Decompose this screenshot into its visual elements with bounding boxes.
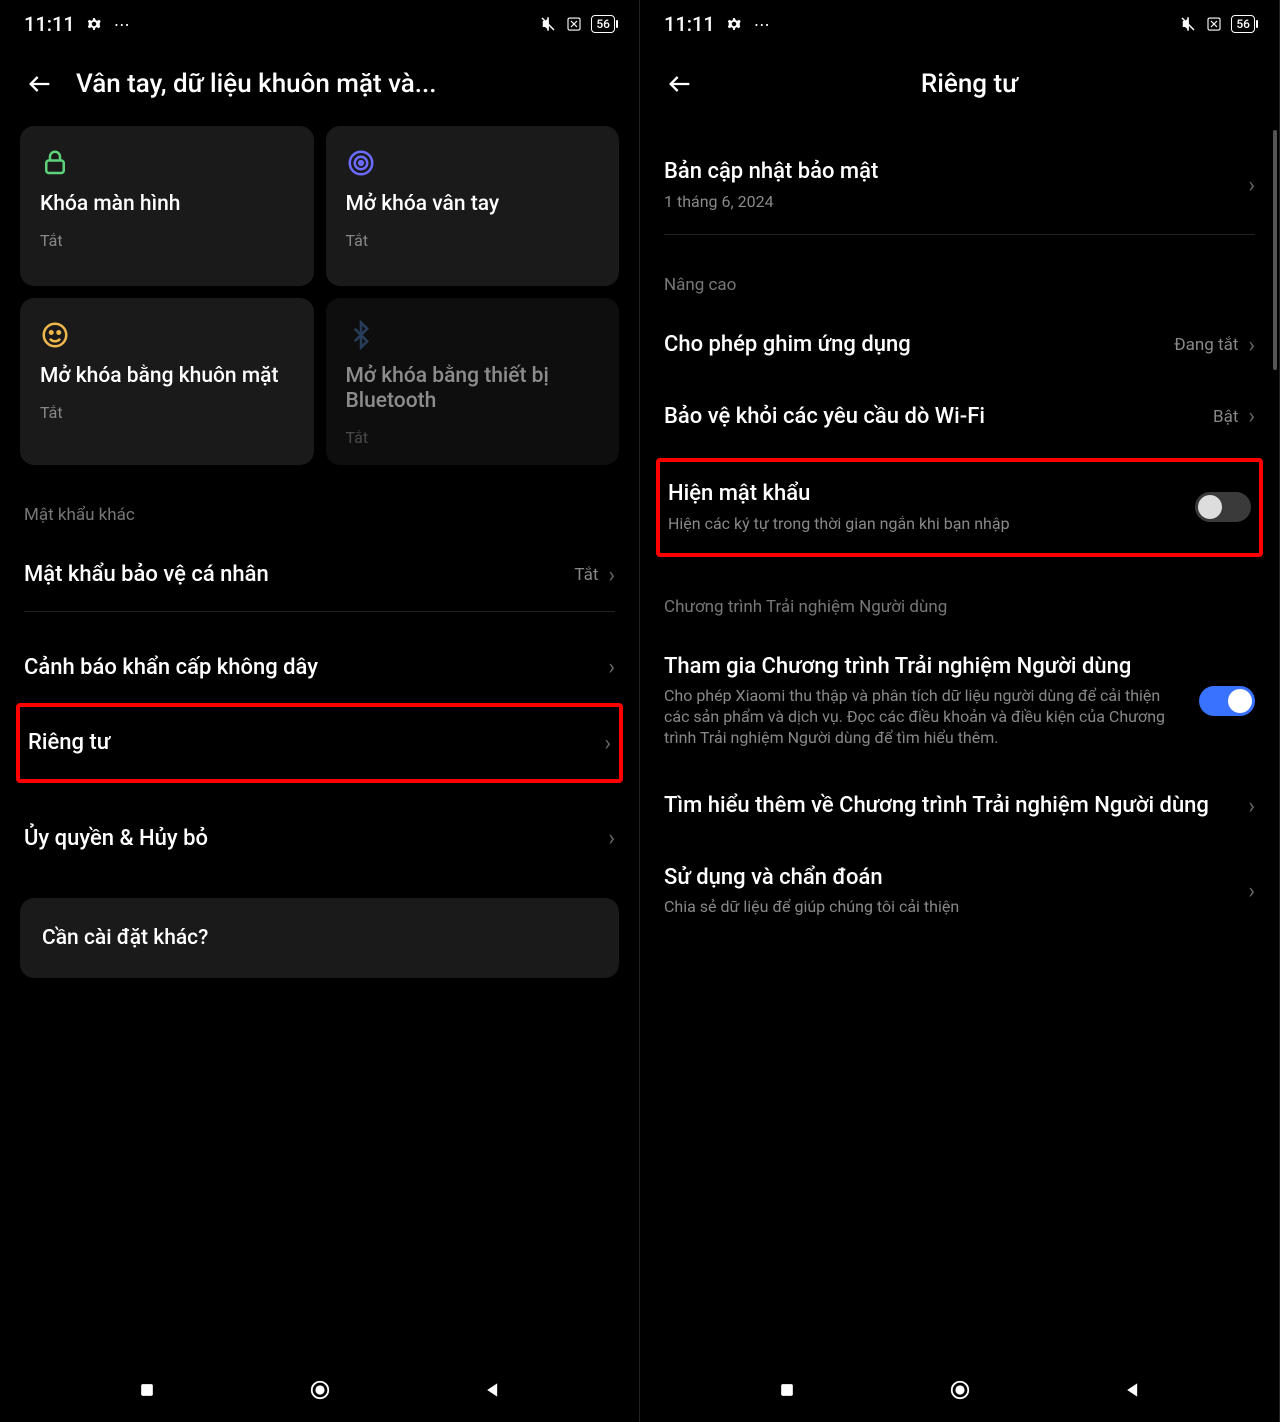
scroll-indicator[interactable]: [1273, 130, 1277, 370]
card-title: Mở khóa bằng khuôn mặt: [40, 364, 294, 389]
navigation-bar: [640, 1358, 1279, 1422]
card-title: Mở khóa vân tay: [346, 192, 600, 217]
content-area: Bản cập nhật bảo mật 1 tháng 6, 2024 › N…: [640, 116, 1279, 1358]
chevron-right-icon: ›: [1248, 173, 1255, 198]
row-subtitle: Hiện các ký tự trong thời gian ngắn khi …: [668, 514, 1183, 535]
card-screen-lock[interactable]: Khóa màn hình Tắt: [20, 126, 314, 286]
row-title: Cảnh báo khẩn cấp không dây: [24, 654, 596, 682]
row-title: Riêng tư: [28, 729, 592, 757]
row-subtitle: 1 tháng 6, 2024: [664, 192, 1236, 213]
highlight-show-password: Hiện mật khẩu Hiện các ký tự trong thời …: [656, 458, 1263, 556]
gear-icon: [725, 15, 743, 33]
chevron-right-icon: ›: [1248, 333, 1255, 358]
phone-right: 11:11 ⋯ 56 Riêng tư Bản cập nhật bảo mật: [640, 0, 1280, 1422]
card-status: Tắt: [346, 231, 600, 250]
row-value: Đang tắt: [1174, 335, 1238, 355]
toggle-show-password[interactable]: [1195, 492, 1251, 522]
row-title: Tham gia Chương trình Trải nghiệm Người …: [664, 653, 1187, 681]
row-value: Bật: [1213, 407, 1238, 427]
row-show-password[interactable]: Hiện mật khẩu Hiện các ký tự trong thời …: [668, 466, 1251, 548]
row-privacy[interactable]: Riêng tư ›: [28, 711, 611, 775]
toggle-join-uep[interactable]: [1199, 686, 1255, 716]
footer-more-settings[interactable]: Cần cài đặt khác?: [20, 898, 619, 978]
row-title: Bảo vệ khỏi các yêu cầu dò Wi-Fi: [664, 403, 1201, 431]
section-advanced: Nâng cao: [660, 235, 1259, 309]
row-subtitle: Cho phép Xiaomi thu thập và phân tích dữ…: [664, 686, 1187, 748]
row-title: Bản cập nhật bảo mật: [664, 158, 1236, 186]
lock-icon: [40, 148, 70, 178]
card-status: Tắt: [40, 403, 294, 422]
card-title: Mở khóa bằng thiết bị Bluetooth: [346, 364, 600, 414]
fingerprint-icon: [346, 148, 376, 178]
nav-back-icon[interactable]: [1121, 1378, 1145, 1402]
battery-indicator: 56: [1231, 15, 1255, 33]
chevron-right-icon: ›: [604, 731, 611, 756]
nav-recent-icon[interactable]: [135, 1378, 159, 1402]
card-title: Khóa màn hình: [40, 192, 294, 217]
no-sim-icon: [565, 15, 583, 33]
status-bar: 11:11 ⋯ 56: [640, 0, 1279, 48]
card-status: Tắt: [346, 428, 600, 447]
navigation-bar: [0, 1358, 639, 1422]
chevron-right-icon: ›: [1248, 879, 1255, 904]
row-title: Tìm hiểu thêm về Chương trình Trải nghiệ…: [664, 792, 1236, 820]
row-join-uep[interactable]: Tham gia Chương trình Trải nghiệm Người …: [660, 631, 1259, 771]
chevron-right-icon: ›: [608, 655, 615, 680]
chevron-right-icon: ›: [1248, 404, 1255, 429]
mute-icon: [1179, 15, 1197, 33]
row-learn-uep[interactable]: Tìm hiểu thêm về Chương trình Trải nghiệ…: [660, 770, 1259, 842]
phone-left: 11:11 ⋯ 56 Vân tay, dữ liệu khuôn mặt và…: [0, 0, 640, 1422]
status-time: 11:11: [24, 12, 75, 36]
card-fingerprint[interactable]: Mở khóa vân tay Tắt: [326, 126, 620, 286]
page-title: Vân tay, dữ liệu khuôn mặt và...: [76, 69, 615, 99]
chevron-right-icon: ›: [608, 826, 615, 851]
status-time: 11:11: [664, 12, 715, 36]
row-privacy-password[interactable]: Mật khẩu bảo vệ cá nhân Tắt ›: [20, 539, 619, 611]
row-wifi-scan-protect[interactable]: Bảo vệ khỏi các yêu cầu dò Wi-Fi Bật ›: [660, 381, 1259, 453]
gear-icon: [85, 15, 103, 33]
row-title: Sử dụng và chẩn đoán: [664, 864, 1236, 892]
battery-indicator: 56: [591, 15, 615, 33]
section-other-passwords: Mật khẩu khác: [20, 465, 619, 539]
section-user-experience: Chương trình Trải nghiệm Người dùng: [660, 557, 1259, 631]
row-emergency-alerts[interactable]: Cảnh báo khẩn cấp không dây ›: [20, 632, 619, 704]
page-title: Riêng tư: [684, 69, 1255, 99]
row-title: Cho phép ghim ứng dụng: [664, 331, 1162, 359]
page-header: Riêng tư: [640, 48, 1279, 116]
row-title: Ủy quyền & Hủy bỏ: [24, 825, 596, 853]
row-app-pinning[interactable]: Cho phép ghim ứng dụng Đang tắt ›: [660, 309, 1259, 381]
page-header: Vân tay, dữ liệu khuôn mặt và...: [0, 48, 639, 116]
mute-icon: [539, 15, 557, 33]
nav-back-icon[interactable]: [481, 1378, 505, 1402]
row-authorize-revoke[interactable]: Ủy quyền & Hủy bỏ ›: [20, 803, 619, 875]
card-face-unlock[interactable]: Mở khóa bằng khuôn mặt Tắt: [20, 298, 314, 465]
card-status: Tắt: [40, 231, 294, 250]
footer-text: Cần cài đặt khác?: [42, 926, 208, 950]
smile-icon: [40, 320, 70, 350]
back-button[interactable]: [24, 68, 56, 100]
more-icon: ⋯: [753, 15, 771, 33]
bluetooth-icon: [346, 320, 376, 350]
row-subtitle: Chia sẻ dữ liệu để giúp chúng tôi cải th…: [664, 897, 1236, 918]
no-sim-icon: [1205, 15, 1223, 33]
chevron-right-icon: ›: [608, 563, 615, 588]
row-usage-diagnostics[interactable]: Sử dụng và chẩn đoán Chia sẻ dữ liệu để …: [660, 842, 1259, 940]
row-title: Hiện mật khẩu: [668, 480, 1183, 508]
more-icon: ⋯: [113, 15, 131, 33]
row-value: Tắt: [574, 565, 598, 585]
row-security-update[interactable]: Bản cập nhật bảo mật 1 tháng 6, 2024 ›: [660, 136, 1259, 234]
row-title: Mật khẩu bảo vệ cá nhân: [24, 561, 562, 589]
nav-recent-icon[interactable]: [775, 1378, 799, 1402]
nav-home-icon[interactable]: [308, 1378, 332, 1402]
highlight-privacy: Riêng tư ›: [16, 703, 623, 783]
chevron-right-icon: ›: [1248, 794, 1255, 819]
nav-home-icon[interactable]: [948, 1378, 972, 1402]
status-bar: 11:11 ⋯ 56: [0, 0, 639, 48]
card-bluetooth-unlock[interactable]: Mở khóa bằng thiết bị Bluetooth Tắt: [326, 298, 620, 465]
content-area: Khóa màn hình Tắt Mở khóa vân tay Tắt Mở…: [0, 116, 639, 1358]
